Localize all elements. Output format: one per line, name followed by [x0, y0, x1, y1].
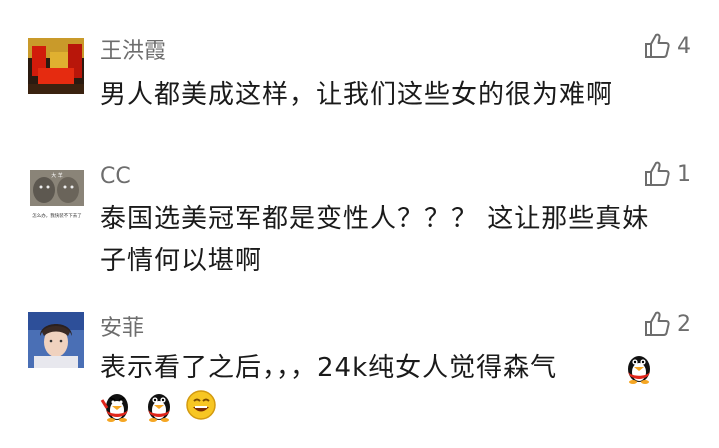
- angry-penguin-icon: [628, 356, 650, 384]
- like-count: 1: [677, 161, 691, 187]
- comment-item: 大 羊 怎么办，我快装不下去了 CC 1 泰国选美冠军都是变性人？？？ 这让那些…: [0, 140, 719, 290]
- like-button[interactable]: 4: [643, 32, 691, 60]
- penguin-icon: [148, 394, 170, 422]
- angry-penguin-icon: [100, 394, 128, 422]
- comment-author[interactable]: CC: [100, 164, 131, 189]
- thumbs-up-icon: [645, 311, 670, 336]
- thumbs-up-icon: [645, 161, 670, 186]
- comment-text: 表示看了之后，，，24k纯女人觉得森气: [100, 353, 558, 383]
- like-button[interactable]: 1: [643, 160, 691, 188]
- comment-text-line: 泰国选美冠军都是变性人？？？ 这让那些真妹: [100, 204, 650, 234]
- avatar[interactable]: [28, 38, 84, 94]
- grin-face-icon: [186, 390, 216, 420]
- comment-author[interactable]: 王洪霞: [100, 33, 166, 65]
- avatar-caption: 怎么办，我快装不下去了: [32, 212, 82, 219]
- comment-text-line: 子情何以堪啊: [100, 246, 263, 276]
- comment-text: 男人都美成这样，让我们这些女的很为难啊: [100, 80, 614, 110]
- avatar-image: [28, 38, 84, 94]
- avatar-image: [28, 312, 84, 368]
- comment-text: 泰国选美冠军都是变性人？？？ 这让那些真妹 子情何以堪啊: [100, 198, 700, 282]
- avatar[interactable]: [28, 312, 84, 368]
- thumbs-up-icon: [645, 33, 670, 58]
- like-count: 4: [677, 33, 691, 59]
- like-button[interactable]: 2: [643, 310, 691, 338]
- like-count: 2: [677, 311, 691, 337]
- avatar[interactable]: 大 羊 怎么办，我快装不下去了: [28, 168, 86, 226]
- avatar-caption-top: 大 羊: [51, 172, 63, 179]
- avatar-image: 大 羊 怎么办，我快装不下去了: [28, 168, 86, 226]
- emoji-row: [100, 388, 218, 422]
- comment-item: 安菲 2 表示看了之后，，，24k纯女人觉得森气: [0, 290, 719, 448]
- comment-author[interactable]: 安菲: [100, 310, 144, 342]
- comment-item: 王洪霞 4 男人都美成这样，让我们这些女的很为难啊: [0, 0, 719, 140]
